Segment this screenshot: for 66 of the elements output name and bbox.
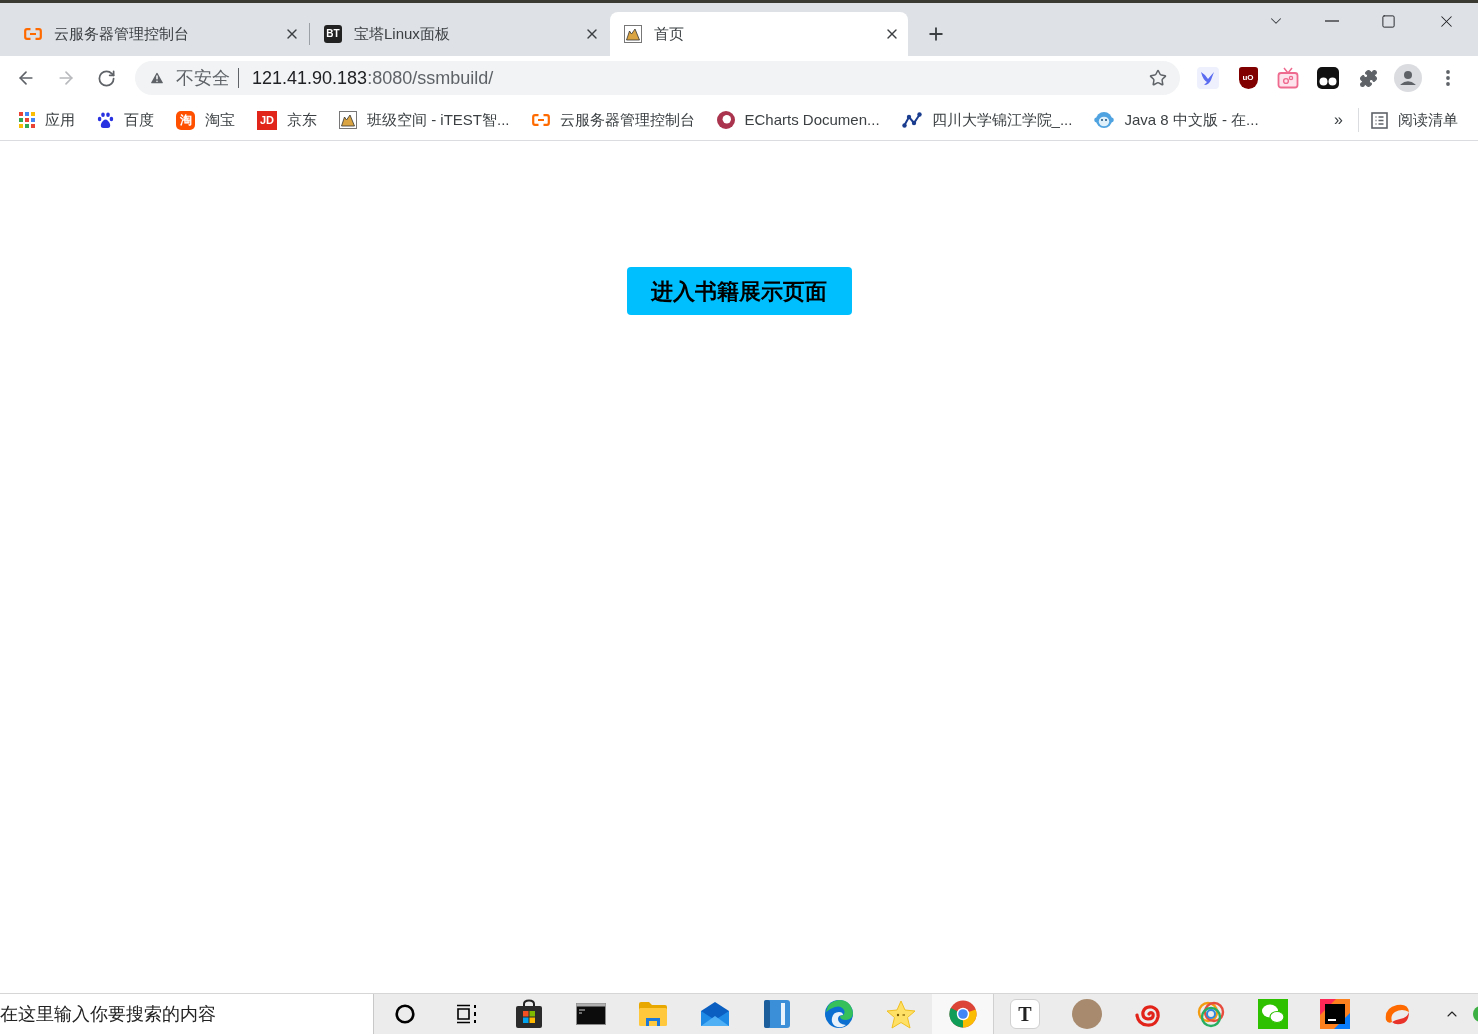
favicon-tile: JD	[257, 110, 277, 130]
bookmark-item[interactable]: 应用	[11, 104, 83, 136]
paw-icon	[97, 111, 114, 129]
extension-button[interactable]: uO	[1232, 62, 1264, 94]
bookmark-item[interactable]: 班级空间 - iTEST智...	[331, 104, 518, 136]
favicon-tile: BT	[324, 25, 342, 43]
swirl-browser-icon	[824, 999, 854, 1029]
apps-grid-icon	[19, 112, 35, 128]
chat-bubbles-icon	[1258, 999, 1288, 1029]
bookmark-item[interactable]: Java 8 中文版 - 在...	[1086, 104, 1267, 136]
ring-icon	[716, 111, 735, 129]
bookmark-item[interactable]: JD 京东	[249, 104, 325, 136]
task-view-icon	[456, 1004, 478, 1024]
profile-avatar-icon	[1394, 64, 1422, 92]
letter-tile: T	[1010, 999, 1040, 1029]
tricolor-circle-icon	[948, 1000, 977, 1028]
folder-icon	[638, 1001, 668, 1027]
tv-icon	[1277, 67, 1299, 89]
warning-icon	[149, 70, 165, 86]
circle-icon	[395, 1004, 415, 1024]
rainbow-rings-icon	[1196, 999, 1226, 1029]
enter-books-button[interactable]: 进入书籍展示页面	[626, 267, 852, 315]
bookmark-item[interactable]: 四川大学锦江学院_...	[893, 104, 1081, 136]
terminal-icon	[576, 1003, 606, 1025]
menu-icon	[1446, 70, 1450, 86]
tab-title: 云服务器管理控制台	[54, 23, 190, 44]
plus-icon	[926, 24, 946, 44]
two-dots-icon	[1317, 67, 1339, 89]
book-icon	[763, 999, 791, 1029]
bird-icon	[1197, 67, 1219, 89]
address-bar[interactable]: 不安全 121.41.90.183:8080/ssmbuild/	[135, 61, 1180, 95]
reading-list-icon	[1371, 111, 1388, 129]
maximize-icon	[1381, 13, 1396, 29]
taskbar-search-field[interactable]: 在这里输入你要搜索的内容	[0, 994, 374, 1034]
browser-tab[interactable]: 云服务器管理控制台	[10, 12, 308, 56]
reload-icon	[96, 68, 116, 88]
profile-button[interactable]	[1392, 62, 1424, 94]
bookmark-item[interactable]: 百度	[89, 104, 162, 136]
tab-title: 宝塔Linux面板	[354, 23, 451, 44]
security-label[interactable]: 不安全	[176, 64, 230, 92]
tab-title: 首页	[654, 23, 685, 44]
browser-tab[interactable]: 首页	[610, 12, 908, 56]
dark-square-logo-icon	[1320, 999, 1350, 1029]
bookmarks-overflow-button[interactable]: »	[1328, 106, 1349, 134]
bookmark-item[interactable]: 淘 淘宝	[168, 104, 243, 136]
browser-tab[interactable]: BT 宝塔Linux面板	[310, 12, 608, 56]
reading-list-button[interactable]: 阅读清单	[1363, 104, 1466, 136]
node-graph-icon	[901, 112, 922, 128]
envelope-icon	[700, 1001, 730, 1027]
bookmark-item[interactable]: 云服务器管理控制台	[523, 104, 703, 136]
url-text[interactable]: 121.41.90.183:8080/ssmbuild/	[252, 64, 494, 92]
bracket-logo-icon	[531, 114, 550, 126]
favicon-tile: 淘	[176, 110, 195, 130]
shopping-bag-icon	[515, 999, 543, 1029]
cat-picture-icon	[339, 111, 357, 129]
bracket-logo-icon	[24, 28, 42, 40]
bookmark-item[interactable]: ECharts Documen...	[708, 104, 888, 136]
puzzle-icon	[1358, 68, 1378, 88]
round-face-icon	[1094, 111, 1115, 129]
taskbar-button[interactable]: T	[994, 994, 1056, 1034]
shield-logo: uO	[1238, 67, 1258, 89]
round-photo-placeholder	[1072, 999, 1102, 1029]
star-face-icon	[886, 999, 916, 1029]
minimize-icon	[1324, 20, 1339, 22]
star-icon	[1149, 69, 1167, 87]
cat-picture-icon	[624, 25, 642, 43]
